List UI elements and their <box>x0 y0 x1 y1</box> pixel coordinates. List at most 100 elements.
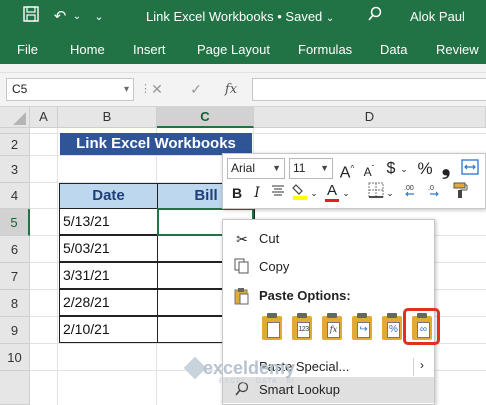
copy-icon <box>233 258 251 276</box>
window-title[interactable]: Link Excel Workbooks • Saved ⌄ <box>146 9 334 24</box>
row-header-3[interactable]: 3 <box>0 156 30 183</box>
date-cell[interactable]: 5/03/21 <box>59 235 158 262</box>
formula-bar: C5 ▾ ⋮ ✕ ✓ fx <box>0 73 486 107</box>
paste-values-icon[interactable]: 123 <box>289 312 317 342</box>
borders-icon[interactable] <box>367 182 385 204</box>
row-header-8[interactable]: 8 <box>0 290 30 317</box>
undo-icon[interactable]: ↶ <box>50 6 70 28</box>
row-header-11[interactable] <box>0 371 30 405</box>
date-cell[interactable]: 2/10/21 <box>59 316 158 343</box>
paste-values-clipboard: 123 <box>292 313 312 340</box>
scissors-icon: ✂ <box>236 231 248 247</box>
paste-values-badge: 123 <box>297 322 310 338</box>
gridline <box>57 128 58 405</box>
paste-formulas-clipboard: fx <box>322 313 342 340</box>
name-box-value: C5 <box>12 82 28 96</box>
tab-insert[interactable]: Insert <box>133 42 166 57</box>
date-column-header[interactable]: Date <box>59 183 158 209</box>
window-title-text: Link Excel Workbooks • Saved <box>146 9 323 24</box>
decrease-decimal-icon[interactable]: .0 <box>427 182 447 204</box>
menu-item-cut[interactable]: ✂ Cut <box>223 226 434 252</box>
row-header-7[interactable]: 7 <box>0 263 30 290</box>
watermark-tagline: EXCEL · DATA · BI <box>219 378 295 385</box>
percent-style-icon[interactable]: % <box>415 158 435 180</box>
svg-text:.0: .0 <box>428 185 434 192</box>
name-box[interactable]: C5 ▾ <box>6 78 134 101</box>
column-header-b[interactable]: B <box>58 107 157 128</box>
fill-color-icon[interactable] <box>291 182 309 204</box>
decrease-font-size-icon[interactable]: Aˇ <box>359 158 379 180</box>
align-center-icon[interactable] <box>269 182 287 204</box>
menu-item-copy[interactable]: Copy <box>223 254 434 280</box>
row-header-2[interactable]: 2 <box>0 134 30 156</box>
save-icon[interactable] <box>20 6 42 28</box>
chevron-down-icon[interactable]: ⌄ <box>341 182 351 204</box>
row-header-9[interactable]: 9 <box>0 317 30 344</box>
user-name[interactable]: Alok Paul <box>410 9 465 24</box>
tab-home[interactable]: Home <box>70 42 105 57</box>
chevron-down-icon[interactable]: ⌄ <box>309 182 319 204</box>
insert-function-icon[interactable]: fx <box>218 78 244 101</box>
font-color-icon[interactable]: A <box>323 180 341 202</box>
column-header-c[interactable]: C <box>157 107 254 128</box>
font-name-box[interactable]: Arial ▼ <box>227 158 285 179</box>
sheet-title-banner[interactable]: Link Excel Workbooks <box>60 133 252 155</box>
tab-formulas[interactable]: Formulas <box>298 42 352 57</box>
row-header-6[interactable]: 6 <box>0 236 30 263</box>
format-painter-icon[interactable] <box>451 181 471 203</box>
increase-font-size-icon[interactable]: A^ <box>337 158 357 182</box>
font-size-box[interactable]: 11 ▼ <box>289 158 333 179</box>
italic-icon[interactable]: I <box>249 182 265 204</box>
paste-formulas-badge: fx <box>327 322 340 338</box>
chevron-down-icon[interactable]: ⌄ <box>399 158 409 180</box>
menu-item-cut-label: Cut <box>259 231 280 246</box>
date-cell[interactable]: 3/31/21 <box>59 262 158 289</box>
paste-link-highlight <box>403 308 440 345</box>
column-header-d[interactable]: D <box>254 107 486 128</box>
paste-icon[interactable] <box>259 312 287 342</box>
tab-file[interactable]: File <box>17 42 38 57</box>
comma-style-icon[interactable]: ❟ <box>439 156 453 178</box>
ribbon-tabs: File Home Insert Page Layout Formulas Da… <box>0 36 486 64</box>
formula-input[interactable] <box>252 78 486 101</box>
search-icon[interactable] <box>365 6 385 28</box>
decrease-font-size-glyph: A <box>363 165 372 179</box>
enter-icon[interactable]: ✓ <box>183 78 209 101</box>
undo-dropdown-icon[interactable]: ⌄ <box>70 6 84 28</box>
row-header-10[interactable]: 10 <box>0 344 30 371</box>
menu-item-copy-label: Copy <box>259 259 290 274</box>
customize-qat-icon[interactable]: ⌄ <box>92 6 106 28</box>
paste-options-label: Paste Options: <box>259 288 351 303</box>
cancel-icon[interactable]: ✕ <box>144 78 170 101</box>
paste-transpose-icon[interactable]: ↪ <box>349 312 377 342</box>
chevron-down-icon[interactable]: ▼ <box>272 159 281 178</box>
tab-page-layout[interactable]: Page Layout <box>197 42 270 57</box>
increase-font-size-glyph: A <box>339 164 351 182</box>
chevron-right-icon[interactable]: › <box>420 358 424 372</box>
font-name-value: Arial <box>231 161 256 175</box>
date-cell[interactable]: 5/13/21 <box>59 208 158 235</box>
formatting-brush-icon: % <box>387 322 400 338</box>
font-color-swatch <box>325 199 339 202</box>
currency-format-icon[interactable]: $ <box>383 158 399 180</box>
submenu-divider <box>413 358 414 376</box>
select-all-corner[interactable] <box>0 107 30 128</box>
date-cell[interactable]: 2/28/21 <box>59 289 158 316</box>
column-header-a[interactable]: A <box>30 107 58 128</box>
chevron-down-icon[interactable]: ⌄ <box>385 182 395 204</box>
row-header-4[interactable]: 4 <box>0 183 30 209</box>
merge-center-icon[interactable] <box>459 158 481 180</box>
paste-options-header: Paste Options: <box>223 283 434 309</box>
watermark-name: exceldemy <box>203 358 296 378</box>
paste-formulas-icon[interactable]: fx <box>319 312 347 342</box>
bold-icon[interactable]: B <box>229 182 245 204</box>
chevron-down-icon[interactable]: ▼ <box>320 159 329 178</box>
tab-data[interactable]: Data <box>380 42 407 57</box>
row-header-5[interactable]: 5 <box>0 209 30 236</box>
increase-decimal-icon[interactable]: .00 <box>403 182 423 204</box>
ribbon-collapsed-strip <box>0 64 486 73</box>
chevron-down-icon[interactable]: ▾ <box>124 79 129 100</box>
font-size-value: 11 <box>293 161 306 175</box>
paste-transpose-clipboard: ↪ <box>352 313 372 340</box>
tab-review[interactable]: Review <box>436 42 479 57</box>
